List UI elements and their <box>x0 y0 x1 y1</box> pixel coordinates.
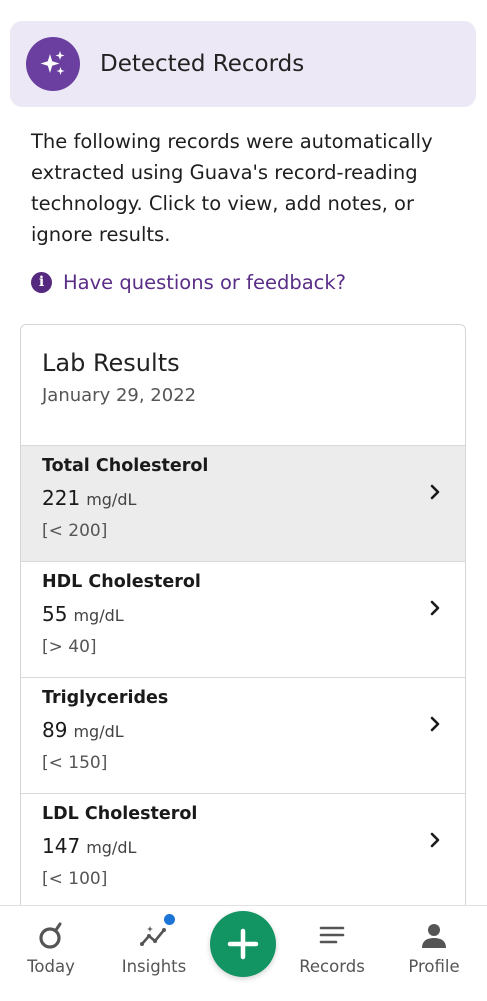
info-icon: i <box>31 271 52 293</box>
lab-results-card: Lab Results January 29, 2022 Total Chole… <box>20 324 466 966</box>
notification-dot <box>164 914 175 925</box>
insights-icon <box>140 926 166 946</box>
chevron-right-icon <box>430 600 440 616</box>
nav-today[interactable]: Today <box>6 906 96 1001</box>
result-unit: mg/dL <box>73 606 124 625</box>
records-icon <box>319 926 345 944</box>
lab-results-title: Lab Results <box>42 349 180 377</box>
add-record-button[interactable] <box>210 911 276 977</box>
feedback-link[interactable]: i Have questions or feedback? <box>31 267 346 297</box>
chevron-right-icon <box>430 716 440 732</box>
nav-insights-label: Insights <box>121 957 187 976</box>
intro-text: The following records were automatically… <box>31 130 433 246</box>
page-title: Detected Records <box>100 51 305 77</box>
result-value: 89 <box>42 718 68 742</box>
feedback-link-label: Have questions or feedback? <box>63 270 347 294</box>
nav-profile-label: Profile <box>408 957 460 976</box>
today-icon <box>39 922 62 949</box>
profile-icon <box>422 924 446 948</box>
nav-records[interactable]: Records <box>287 906 377 1001</box>
result-unit: mg/dL <box>73 722 124 741</box>
nav-insights[interactable]: Insights <box>109 906 199 1001</box>
result-name: LDL Cholesterol <box>42 804 198 824</box>
result-name: Total Cholesterol <box>42 456 209 476</box>
result-value: 147 <box>42 834 81 858</box>
result-value: 221 <box>42 486 81 510</box>
result-range: [> 40] <box>42 637 97 657</box>
result-range: [< 100] <box>42 869 108 889</box>
result-row-triglycerides[interactable]: Triglycerides 89 mg/dL [< 150] <box>21 677 465 793</box>
result-range: [< 200] <box>42 521 108 541</box>
result-range: [< 150] <box>42 753 108 773</box>
result-row-hdl-cholesterol[interactable]: HDL Cholesterol 55 mg/dL [> 40] <box>21 561 465 677</box>
result-row-ldl-cholesterol[interactable]: LDL Cholesterol 147 mg/dL [< 100] <box>21 793 465 909</box>
result-name: Triglycerides <box>42 688 169 708</box>
result-name: HDL Cholesterol <box>42 572 201 592</box>
plus-icon <box>227 928 259 960</box>
result-row-total-cholesterol[interactable]: Total Cholesterol 221 mg/dL [< 200] <box>21 445 465 561</box>
detected-records-header: Detected Records <box>10 21 476 107</box>
result-unit: mg/dL <box>86 838 137 857</box>
lab-results-header: Lab Results January 29, 2022 <box>21 325 465 445</box>
result-unit: mg/dL <box>86 490 137 509</box>
nav-records-label: Records <box>299 957 365 976</box>
chevron-right-icon <box>430 484 440 500</box>
nav-today-label: Today <box>27 957 75 976</box>
nav-profile[interactable]: Profile <box>389 906 479 1001</box>
result-value: 55 <box>42 602 68 626</box>
sparkle-icon <box>26 37 80 91</box>
chevron-right-icon <box>430 832 440 848</box>
lab-results-date: January 29, 2022 <box>42 385 197 406</box>
